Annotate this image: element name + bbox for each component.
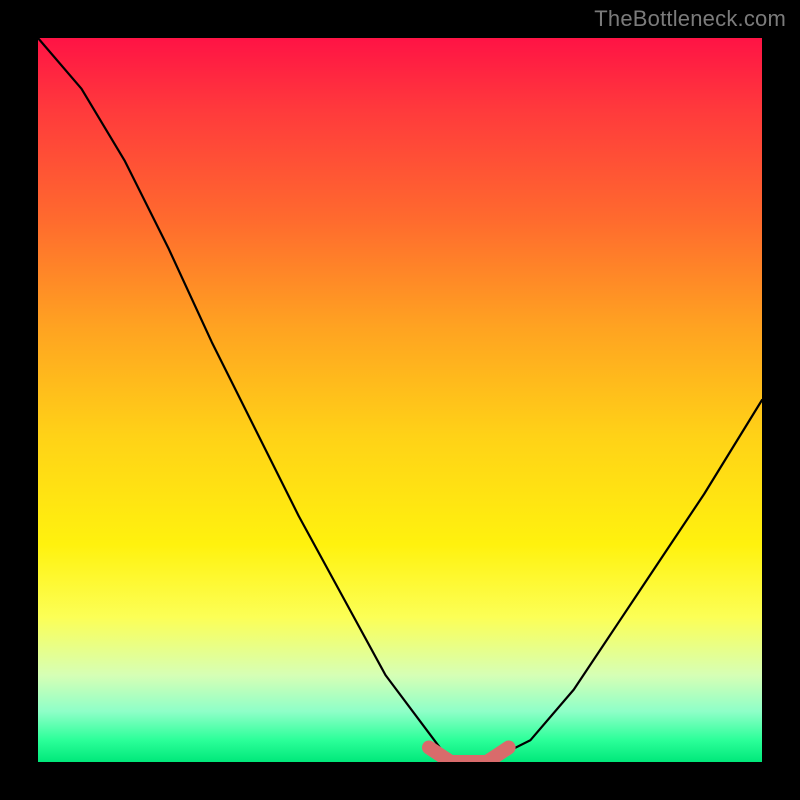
bottleneck-curve — [38, 38, 762, 762]
chart-svg — [38, 38, 762, 762]
watermark-text: TheBottleneck.com — [594, 6, 786, 32]
optimal-zone-marker — [429, 748, 509, 762]
plot-area — [38, 38, 762, 762]
chart-frame: TheBottleneck.com — [0, 0, 800, 800]
